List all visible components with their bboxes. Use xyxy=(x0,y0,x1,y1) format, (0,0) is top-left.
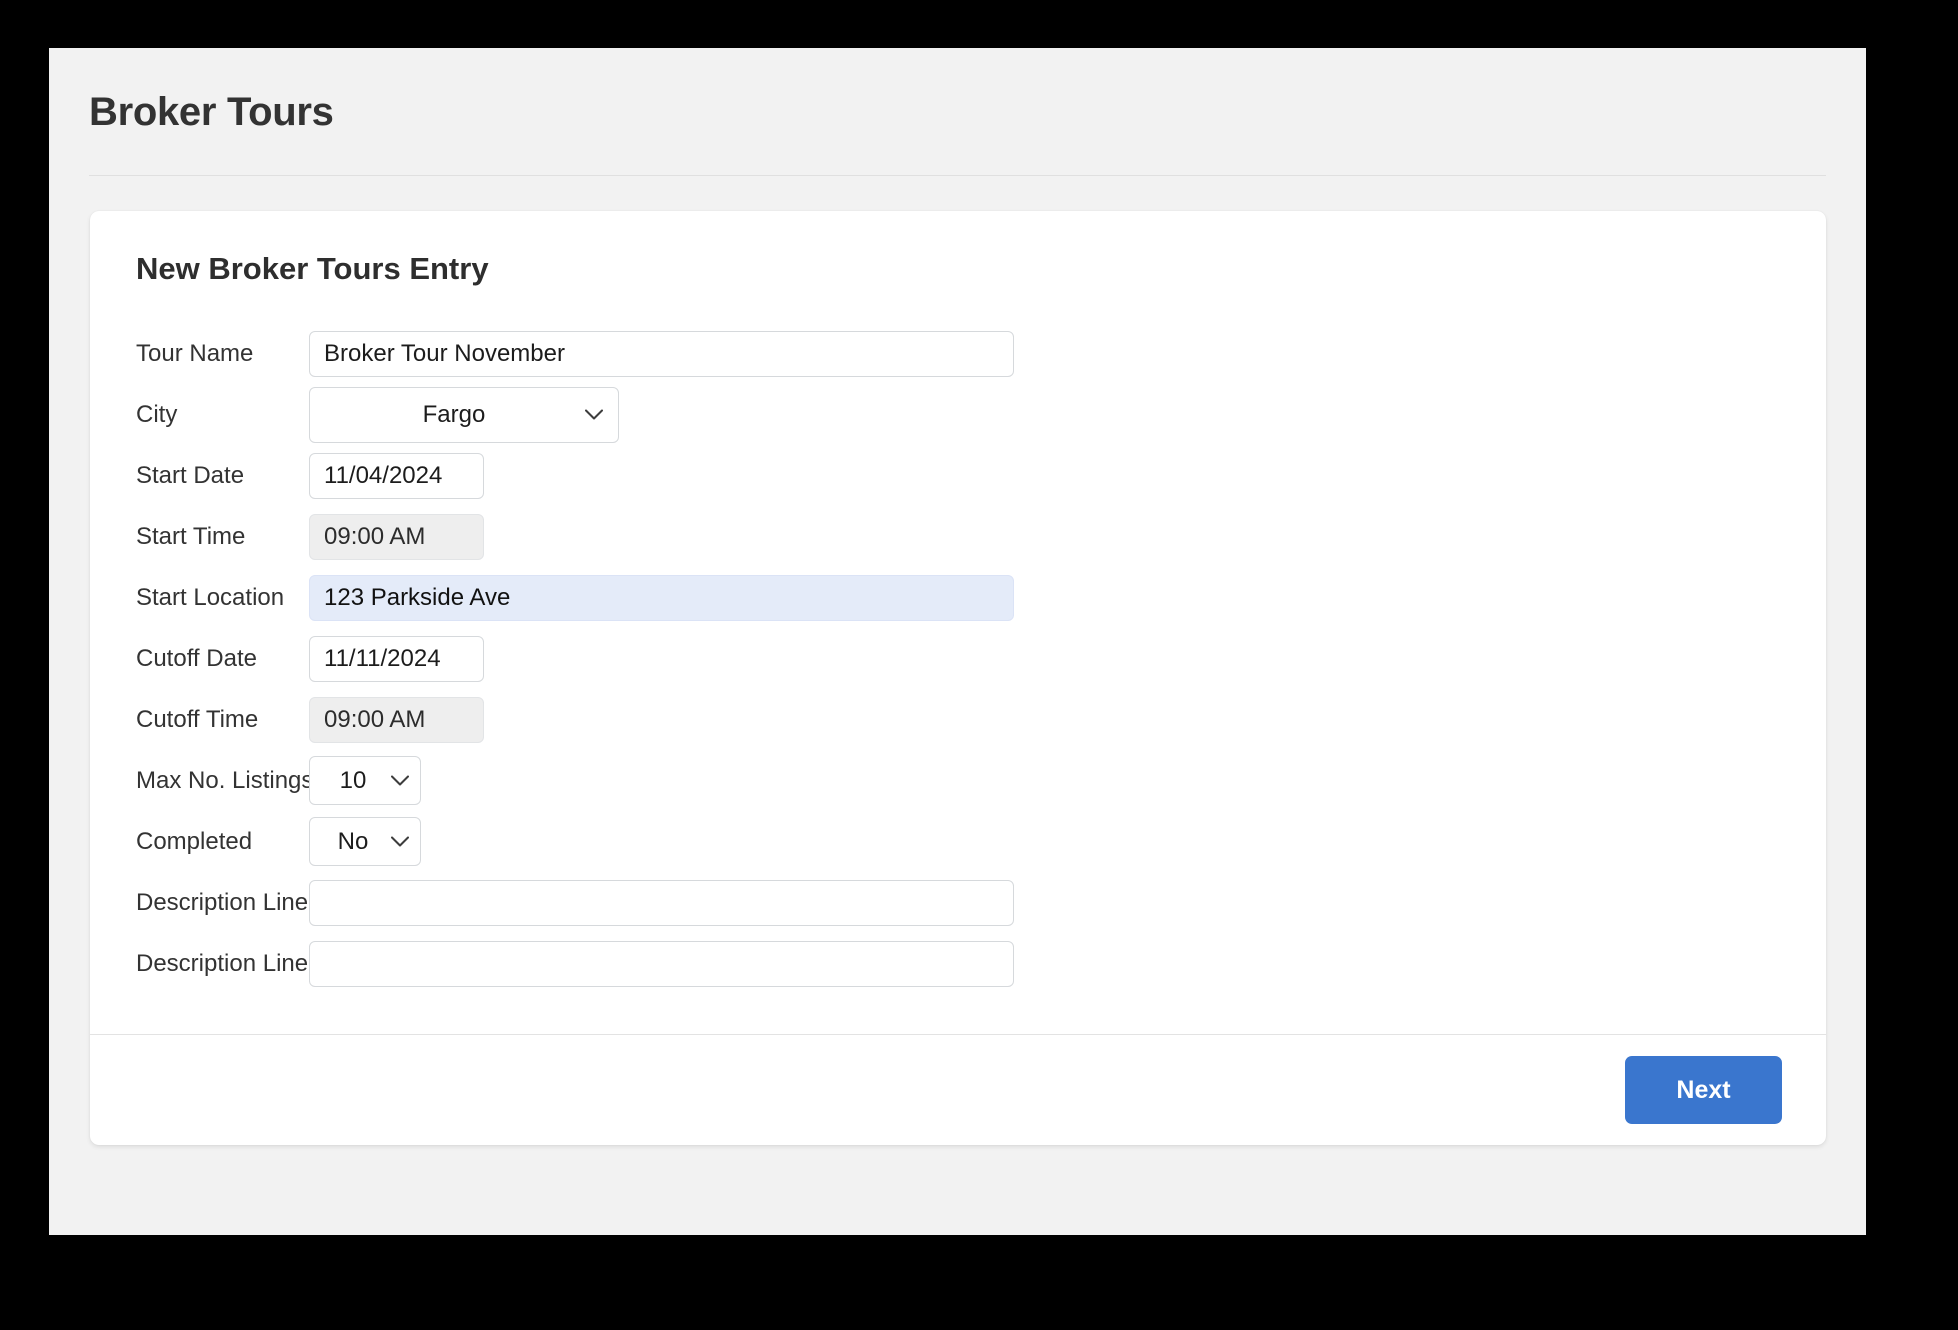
label-completed: Completed xyxy=(136,827,253,855)
start-location-input[interactable] xyxy=(309,574,1014,621)
label-description-1: Description Line 1 xyxy=(136,888,329,916)
card-title: New Broker Tours Entry xyxy=(136,251,489,286)
cutoff-date-input[interactable] xyxy=(309,635,484,682)
tour-name-input[interactable] xyxy=(309,330,1014,377)
city-select[interactable]: Fargo xyxy=(309,386,619,443)
form-row-max-listings: Max No. Listings 10 xyxy=(90,750,1826,811)
page-header: Broker Tours xyxy=(49,48,1866,134)
label-cutoff-date: Cutoff Date xyxy=(136,644,257,672)
card-footer: Next xyxy=(90,1035,1826,1145)
label-tour-name: Tour Name xyxy=(136,339,254,367)
broker-tour-form: Tour Name City Fargo Start D xyxy=(90,323,1826,1034)
form-row-city: City Fargo xyxy=(90,384,1826,445)
next-button[interactable]: Next xyxy=(1625,1056,1782,1125)
start-date-input[interactable] xyxy=(309,452,484,499)
completed-select[interactable]: No xyxy=(309,817,421,867)
form-row-description-1: Description Line 1 xyxy=(90,872,1826,933)
form-row-start-date: Start Date xyxy=(90,445,1826,506)
label-start-date: Start Date xyxy=(136,461,245,489)
label-max-listings: Max No. Listings xyxy=(136,766,314,794)
app-viewport: Broker Tours New Broker Tours Entry Tour… xyxy=(49,48,1866,1235)
cutoff-time-input[interactable] xyxy=(309,696,484,743)
page-title: Broker Tours xyxy=(89,90,334,134)
form-row-completed: Completed No xyxy=(90,811,1826,872)
label-start-location: Start Location xyxy=(136,583,285,611)
form-row-cutoff-time: Cutoff Time xyxy=(90,689,1826,750)
city-select-value: Fargo xyxy=(422,400,486,428)
header-divider xyxy=(89,175,1826,176)
description-line-2-input[interactable] xyxy=(309,940,1014,987)
completed-select-value: No xyxy=(337,827,369,855)
description-line-1-input[interactable] xyxy=(309,879,1014,926)
form-row-start-time: Start Time xyxy=(90,506,1826,567)
start-time-input[interactable] xyxy=(309,513,484,560)
form-row-description-2: Description Line 2 xyxy=(90,933,1826,994)
label-cutoff-time: Cutoff Time xyxy=(136,705,259,733)
form-row-start-location: Start Location xyxy=(90,567,1826,628)
form-row-tour-name: Tour Name xyxy=(90,323,1826,384)
max-listings-select-wrap: 10 xyxy=(309,756,421,806)
max-listings-select-value: 10 xyxy=(339,766,367,794)
new-entry-card: New Broker Tours Entry Tour Name City Fa… xyxy=(90,211,1826,1146)
completed-select-wrap: No xyxy=(309,817,421,867)
label-description-2: Description Line 2 xyxy=(136,949,329,977)
form-row-cutoff-date: Cutoff Date xyxy=(90,628,1826,689)
city-select-wrap: Fargo xyxy=(309,386,619,443)
max-listings-select[interactable]: 10 xyxy=(309,756,421,806)
card-body: New Broker Tours Entry Tour Name City Fa… xyxy=(90,211,1826,1034)
label-city: City xyxy=(136,400,178,428)
label-start-time: Start Time xyxy=(136,522,246,550)
